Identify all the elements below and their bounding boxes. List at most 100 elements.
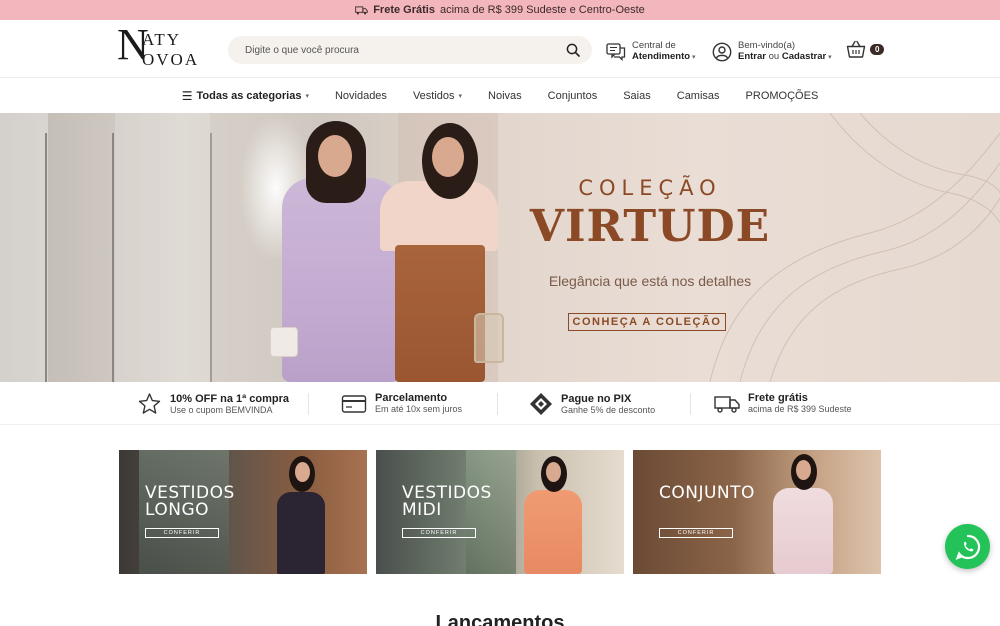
truck-icon	[355, 5, 369, 15]
hero-cta-button[interactable]: CONHEÇA A COLEÇÃO	[568, 313, 726, 331]
whatsapp-button[interactable]	[945, 524, 990, 569]
benefit-title: Parcelamento	[375, 392, 448, 404]
user-icon	[712, 42, 732, 61]
register-link[interactable]: Cadastrar	[782, 51, 826, 62]
hero-wall-panel	[115, 113, 210, 382]
nav-item-conjuntos[interactable]: Conjuntos	[535, 90, 611, 102]
pix-icon	[530, 393, 552, 415]
customer-service-link[interactable]: Central de Atendimento ▾	[606, 40, 696, 63]
basket-icon	[846, 40, 866, 58]
chevron-down-icon: ▾	[690, 54, 696, 61]
promo-text: acima de R$ 399 Sudeste e Centro-Oeste	[439, 4, 645, 16]
category-title-line2: MIDI	[402, 500, 442, 520]
benefit-subtitle: Use o cupom BEMVINDA	[170, 404, 273, 415]
hero-title: VIRTUDE	[529, 201, 771, 252]
chevron-down-icon: ▾	[305, 93, 309, 100]
category-title: VESTIDOS LONGO	[145, 485, 235, 519]
hero-model-face	[318, 135, 352, 177]
nav-label: Noivas	[488, 90, 522, 102]
hero-text: COLEÇÃO VIRTUDE Elegância que está nos d…	[520, 113, 780, 382]
nav-all-categories[interactable]: ☰ Todas as categorias ▾	[169, 89, 322, 103]
category-model-dress	[524, 490, 582, 574]
category-cta-button[interactable]: CONFERIR	[659, 528, 733, 538]
chat-icon	[606, 42, 626, 61]
search-bar	[228, 36, 592, 64]
hero-model-face	[432, 137, 464, 177]
category-cta-button[interactable]: CONFERIR	[402, 528, 476, 538]
service-line2: Atendimento	[632, 51, 691, 62]
nav-item-saias[interactable]: Saias	[610, 90, 664, 102]
promo-bold: Frete Grátis	[373, 4, 435, 16]
benefit-subtitle: Ganhe 5% de desconto	[561, 404, 656, 415]
hero-window-frame	[210, 133, 212, 382]
category-model-face	[295, 462, 310, 482]
hero-handbag	[270, 327, 298, 357]
chevron-down-icon: ▾	[826, 54, 832, 61]
truck-icon	[714, 395, 740, 413]
nav-label: Saias	[623, 90, 651, 102]
star-icon	[138, 393, 161, 414]
category-model-dress	[277, 492, 325, 574]
divider	[497, 393, 498, 415]
benefit-discount: 10% OFF na 1ª compra Use o cupom BEMVIND…	[137, 392, 289, 416]
category-model-face	[796, 460, 811, 480]
hero-window-frame	[45, 133, 47, 382]
hamburger-icon: ☰	[181, 89, 193, 103]
benefit-title: 10% OFF na 1ª compra	[170, 392, 289, 405]
nav-item-vestidos[interactable]: Vestidos ▾	[400, 90, 475, 102]
nav-item-novidades[interactable]: Novidades	[322, 90, 400, 102]
benefit-subtitle: Em até 10x sem juros	[375, 404, 463, 414]
nav-label: PROMOÇÕES	[745, 90, 819, 102]
hero-subtitle: Elegância que está nos detalhes	[548, 273, 752, 289]
category-model-face	[546, 462, 561, 482]
hero-handbag	[474, 313, 504, 363]
login-link[interactable]: Entrar	[738, 51, 766, 62]
header: N ATY OVOA Central de Atendimento ▾	[0, 20, 1000, 78]
nav-all-categories-label: Todas as categorias	[196, 90, 302, 102]
cart-button[interactable]: 0	[846, 40, 885, 59]
divider	[308, 393, 309, 415]
benefit-installments: Parcelamento Em até 10x sem juros	[341, 392, 462, 415]
category-card-conjunto[interactable]: CONJUNTO CONFERIR	[633, 450, 881, 574]
logo-line1: ATY	[142, 30, 182, 49]
account-menu[interactable]: Bem-vindo(a) Entrar ou Cadastrar ▾	[712, 40, 832, 63]
service-line1: Central de	[632, 40, 676, 51]
promo-bar: Frete Grátis acima de R$ 399 Sudeste e C…	[0, 0, 1000, 20]
card-icon	[341, 394, 367, 413]
hero-model-skirt	[395, 245, 485, 382]
category-title-line1: CONJUNTO	[659, 483, 755, 503]
category-model-outfit	[773, 488, 833, 574]
section-title: Lançamentos	[435, 612, 565, 626]
category-title: VESTIDOS MIDI	[402, 485, 492, 519]
benefit-title: Frete grátis	[748, 392, 808, 404]
hero-wall-panel	[0, 113, 48, 382]
hero-kicker: COLEÇÃO	[578, 176, 722, 200]
nav-item-noivas[interactable]: Noivas	[475, 90, 535, 102]
category-card-vestidos-longo[interactable]: VESTIDOS LONGO CONFERIR	[119, 450, 367, 574]
cart-count-badge: 0	[870, 44, 885, 55]
whatsapp-icon	[955, 534, 980, 560]
category-title-line2: LONGO	[145, 500, 210, 520]
benefit-title: Pague no PIX	[561, 392, 632, 405]
nav-label: Vestidos	[412, 90, 455, 102]
category-card-vestidos-midi[interactable]: VESTIDOS MIDI CONFERIR	[376, 450, 624, 574]
nav-label: Conjuntos	[547, 90, 598, 102]
benefit-pix: Pague no PIX Ganhe 5% de desconto	[529, 392, 655, 416]
nav-item-camisas[interactable]: Camisas	[664, 90, 733, 102]
nav-item-promocoes[interactable]: PROMOÇÕES	[733, 90, 832, 102]
category-title: CONJUNTO	[659, 485, 755, 502]
hero-window-frame	[112, 133, 114, 382]
category-cta-button[interactable]: CONFERIR	[145, 528, 219, 538]
main-nav: ☰ Todas as categorias ▾ Novidades Vestid…	[0, 79, 1000, 113]
chevron-down-icon: ▾	[458, 93, 463, 100]
benefit-free-shipping: Frete grátis acima de R$ 399 Sudeste	[714, 392, 852, 415]
logo[interactable]: N ATY OVOA	[117, 23, 213, 72]
search-input[interactable]	[245, 44, 545, 56]
hero-banner[interactable]: COLEÇÃO VIRTUDE Elegância que está nos d…	[0, 113, 1000, 382]
search-icon[interactable]	[566, 43, 580, 57]
nav-label: Camisas	[676, 90, 720, 102]
account-greeting: Bem-vindo(a)	[738, 40, 796, 51]
benefit-subtitle: acima de R$ 399 Sudeste	[748, 404, 852, 414]
account-or: ou	[768, 51, 780, 62]
logo-line2: OVOA	[142, 50, 200, 69]
